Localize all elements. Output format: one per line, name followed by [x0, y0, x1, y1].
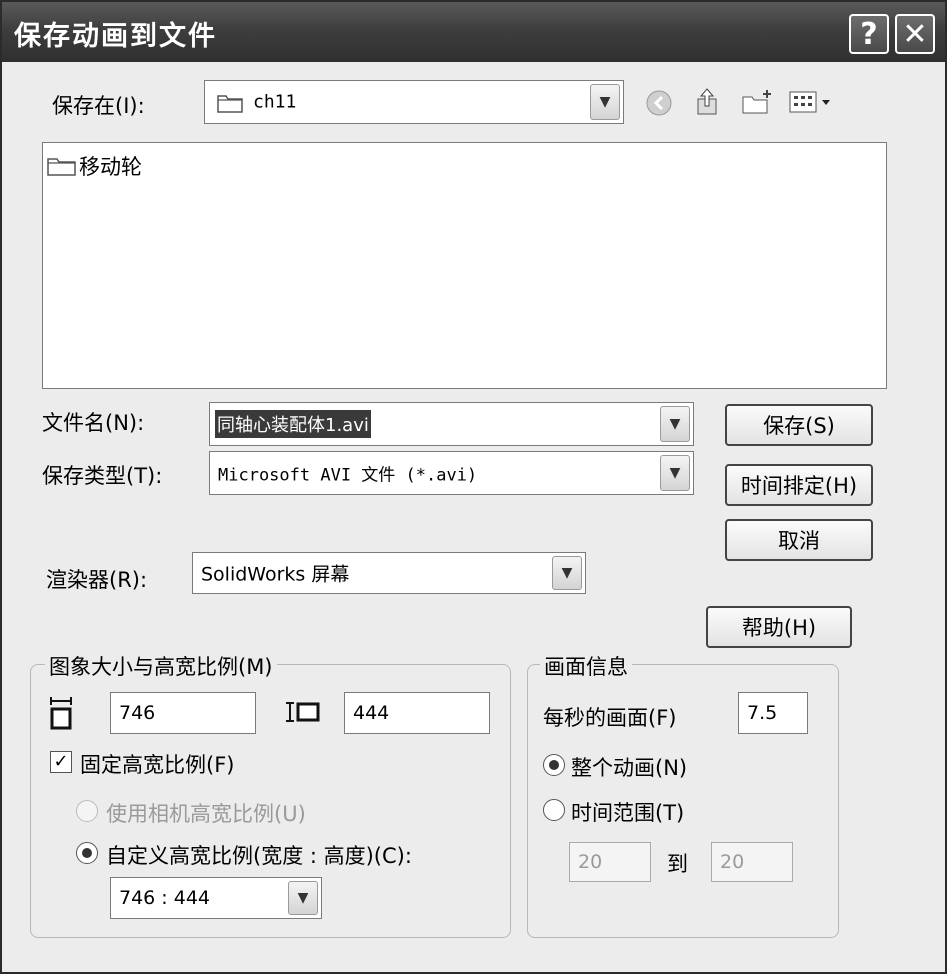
whole-animation-label: 整个动画(N) — [571, 756, 688, 780]
save-type-combo[interactable]: Microsoft AVI 文件 (*.avi) ▼ — [209, 451, 694, 495]
width-input[interactable]: 746 — [110, 692, 256, 734]
renderer-combo[interactable]: SolidWorks 屏幕 ▼ — [192, 552, 586, 594]
width-icon — [48, 695, 74, 731]
range-from-value: 20 — [578, 851, 603, 873]
folder-icon — [47, 154, 79, 178]
fixed-ratio-checkbox[interactable]: ✓ — [50, 751, 72, 773]
whole-animation-radio[interactable] — [543, 754, 565, 776]
image-size-group-title: 图象大小与高宽比例(M) — [45, 651, 277, 681]
time-range-label: 时间范围(T) — [571, 801, 685, 825]
back-icon[interactable] — [644, 88, 674, 118]
fps-label: 每秒的画面(F) — [543, 706, 677, 730]
file-list[interactable]: 移动轮 — [42, 142, 887, 389]
camera-ratio-label: 使用相机高宽比例(U) — [106, 802, 306, 826]
range-from-input[interactable]: 20 — [569, 842, 651, 882]
file-name-label: 文件名(N): — [42, 411, 145, 435]
height-icon — [284, 699, 322, 725]
chevron-down-icon[interactable]: ▼ — [288, 881, 318, 915]
range-to-value: 20 — [720, 851, 745, 873]
file-name-value[interactable]: 同轴心装配体1.avi — [215, 410, 371, 438]
height-value: 444 — [353, 702, 390, 724]
save-in-label: 保存在(I): — [52, 94, 145, 118]
fixed-ratio-label: 固定高宽比例(F) — [80, 753, 235, 777]
up-folder-icon[interactable] — [692, 84, 724, 118]
chevron-down-icon[interactable]: ▼ — [660, 455, 690, 491]
schedule-button[interactable]: 时间排定(H) — [725, 464, 873, 506]
title-bar[interactable]: 保存动画到文件 ? ✕ — [2, 2, 945, 62]
file-name-combo[interactable]: 同轴心装配体1.avi ▼ — [209, 402, 694, 446]
width-value: 746 — [119, 702, 156, 724]
chevron-down-icon[interactable]: ▼ — [590, 84, 620, 120]
folder-icon — [217, 90, 243, 114]
chevron-down-icon[interactable]: ▼ — [660, 406, 690, 442]
help-title-button[interactable]: ? — [849, 14, 889, 54]
fps-value: 7.5 — [747, 702, 778, 724]
dialog-title: 保存动画到文件 — [14, 21, 217, 52]
list-item-label: 移动轮 — [79, 155, 142, 179]
save-button[interactable]: 保存(S) — [725, 404, 873, 446]
save-animation-dialog: 保存动画到文件 ? ✕ 保存在(I): ch11 ▼ 移动轮 文件名(N): 同… — [0, 0, 947, 974]
range-to-input[interactable]: 20 — [711, 842, 793, 882]
save-type-label: 保存类型(T): — [42, 464, 163, 488]
range-to-label: 到 — [667, 852, 688, 876]
renderer-label: 渲染器(R): — [46, 568, 148, 592]
cancel-button[interactable]: 取消 — [725, 519, 873, 561]
new-folder-icon[interactable] — [740, 86, 774, 118]
renderer-value: SolidWorks 屏幕 — [201, 563, 350, 586]
time-range-radio[interactable] — [543, 799, 565, 821]
custom-ratio-value: 746 : 444 — [119, 887, 211, 909]
camera-ratio-radio[interactable] — [76, 800, 98, 822]
fps-input[interactable]: 7.5 — [738, 692, 808, 734]
custom-ratio-radio[interactable] — [76, 842, 98, 864]
custom-ratio-label: 自定义高宽比例(宽度 : 高度)(C): — [106, 844, 412, 868]
save-in-combo[interactable]: ch11 ▼ — [204, 80, 624, 124]
frame-info-group-title: 画面信息 — [540, 651, 632, 681]
help-button[interactable]: 帮助(H) — [706, 606, 852, 648]
close-button[interactable]: ✕ — [895, 14, 935, 54]
chevron-down-icon[interactable]: ▼ — [552, 556, 582, 590]
save-type-value: Microsoft AVI 文件 (*.avi) — [218, 465, 478, 486]
view-menu-icon[interactable] — [788, 88, 834, 116]
custom-ratio-combo[interactable]: 746 : 444 ▼ — [110, 877, 322, 919]
save-in-value: ch11 — [253, 91, 297, 113]
list-item[interactable]: 移动轮 — [47, 151, 142, 181]
height-input[interactable]: 444 — [344, 692, 490, 734]
